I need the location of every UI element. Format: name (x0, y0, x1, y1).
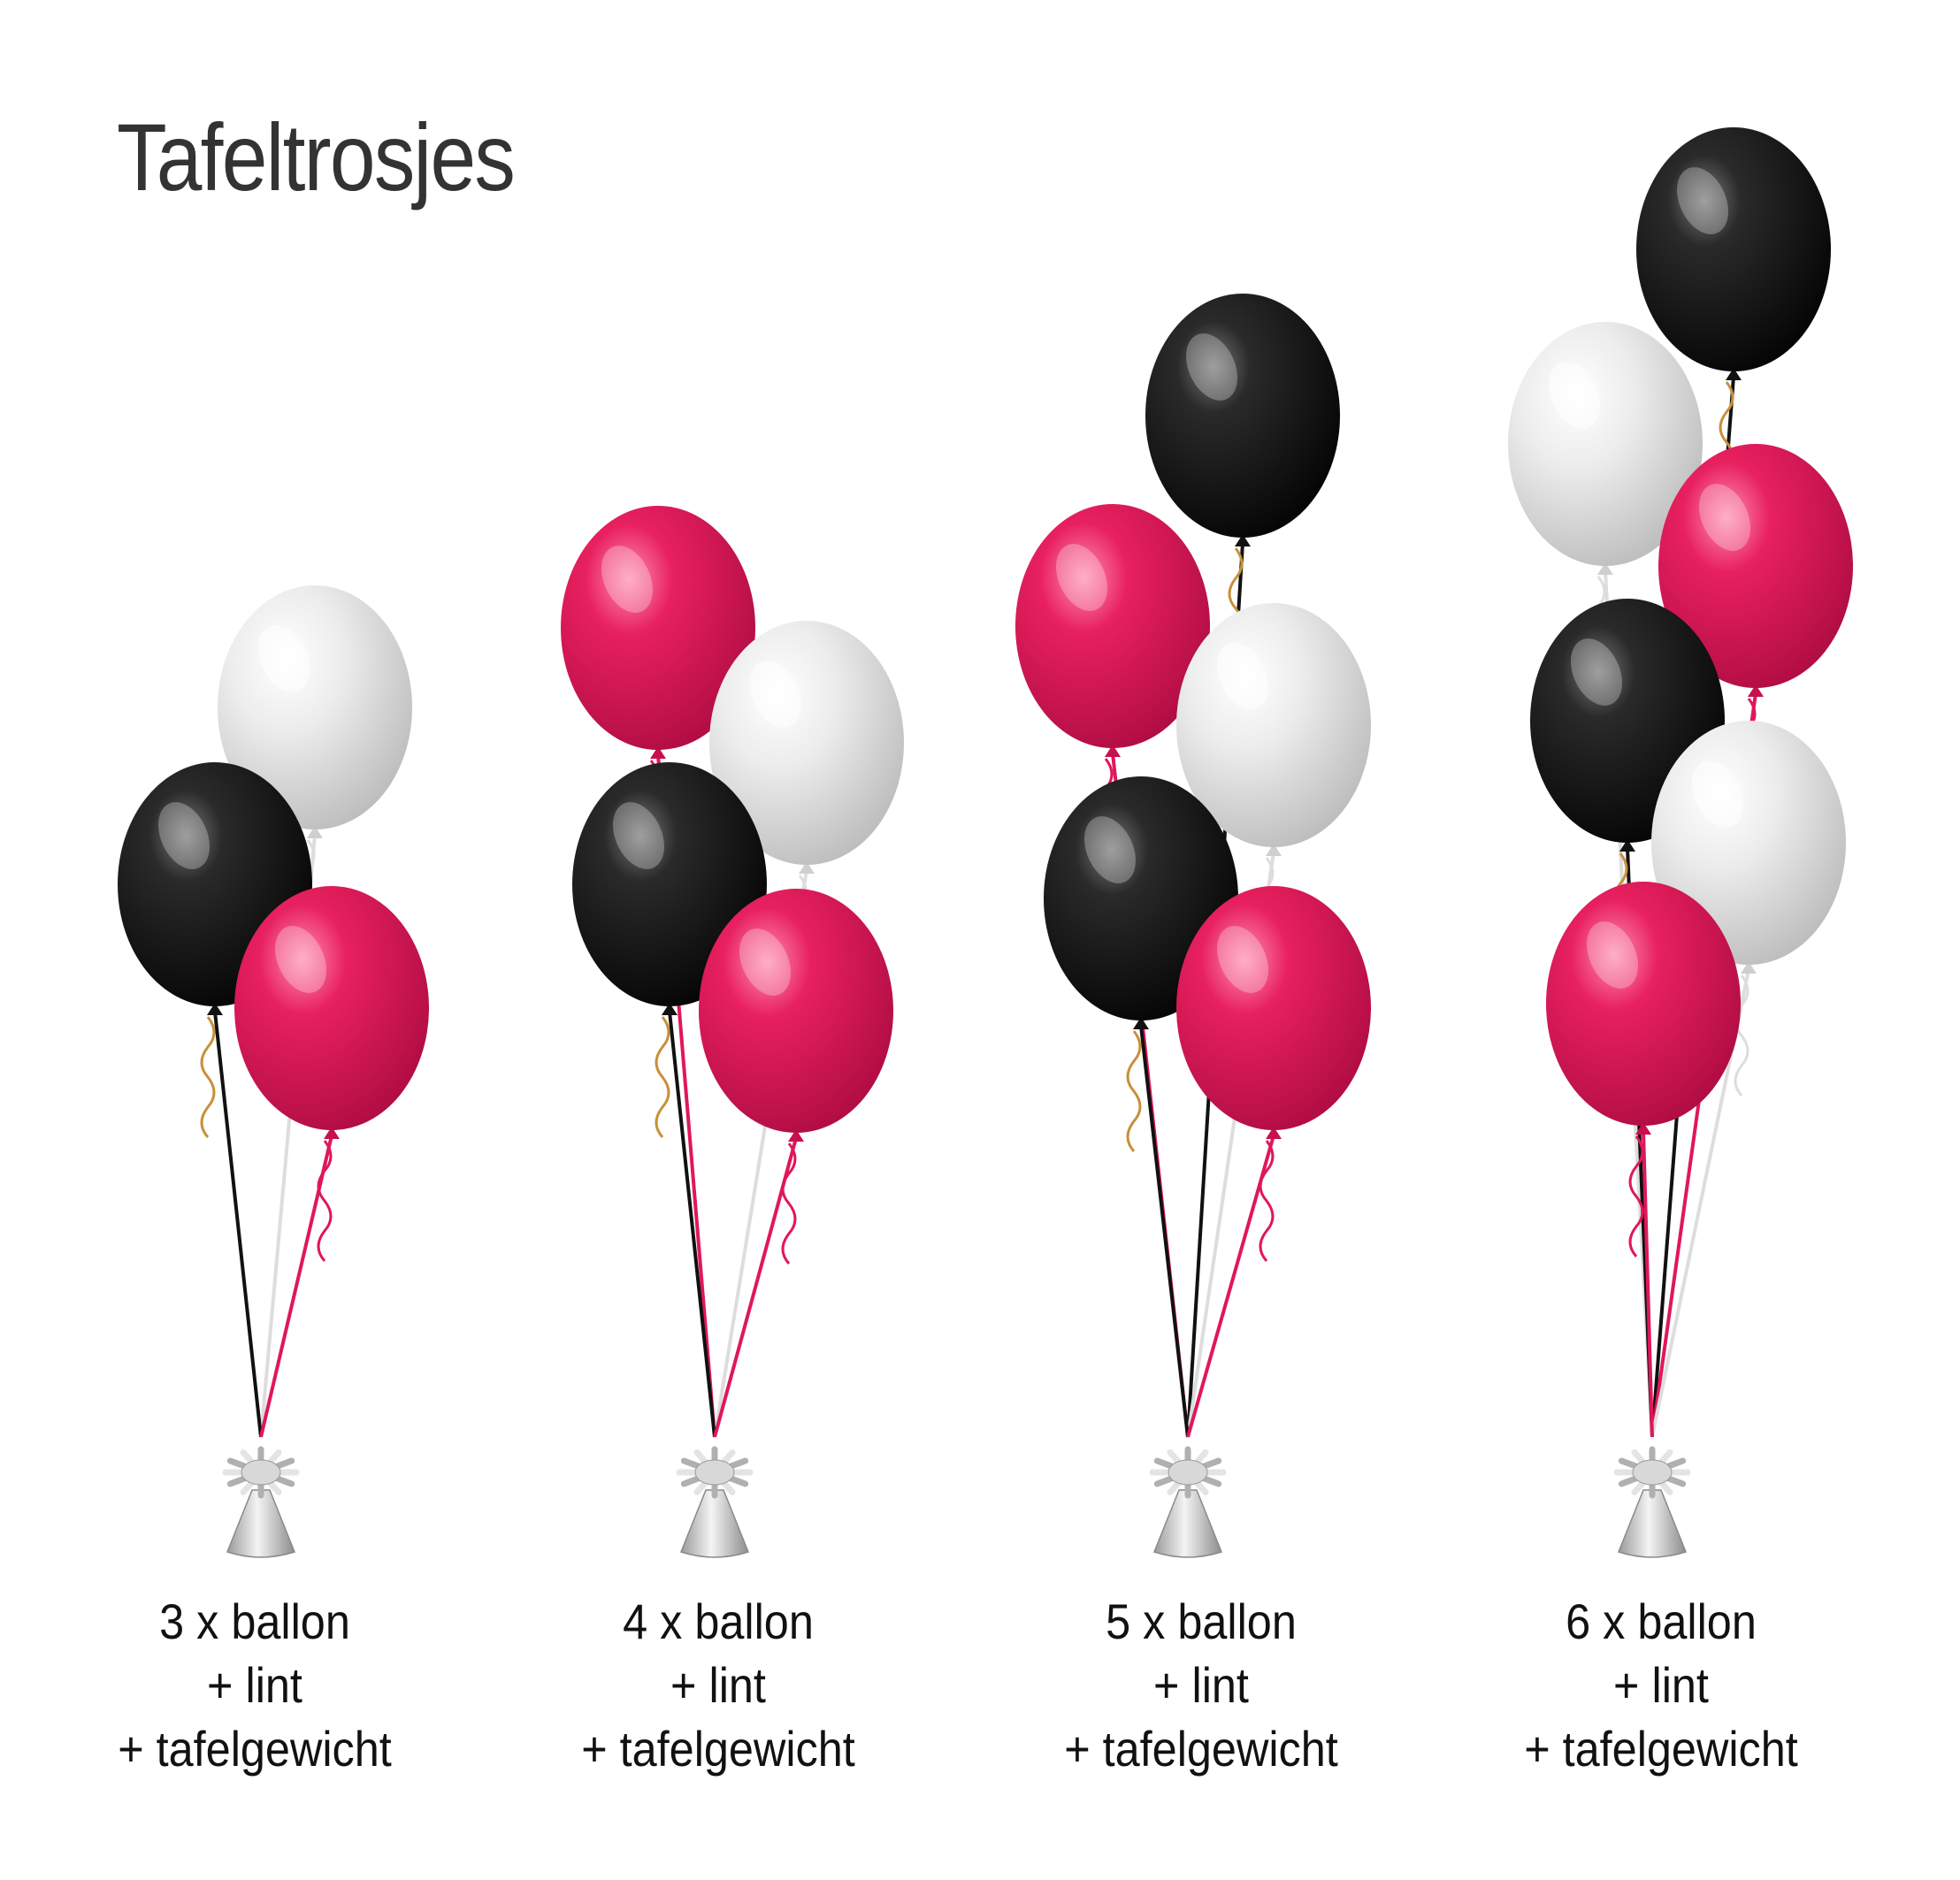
pink-balloon (1176, 886, 1371, 1139)
table-weight (676, 1446, 754, 1558)
table-weight (222, 1446, 300, 1558)
caption-line-balloons: 6 x ballon (1566, 1593, 1757, 1649)
caption-line-balloons: 4 x ballon (623, 1593, 814, 1649)
caption-line-ribbon: + lint (1153, 1657, 1249, 1713)
ribbon-string (668, 1011, 716, 1438)
caption-line-weight: + tafelgewicht (118, 1721, 392, 1777)
caption-line-ribbon: + lint (207, 1657, 302, 1713)
pink-balloon (699, 889, 893, 1142)
caption-line-ribbon: + lint (670, 1657, 766, 1713)
caption-line-ribbon: + lint (1613, 1657, 1709, 1713)
pink-balloon (1546, 882, 1741, 1135)
table-weight (1149, 1446, 1227, 1558)
ribbon-string (259, 1135, 333, 1438)
caption-line-weight: + tafelgewicht (581, 1721, 855, 1777)
caption-bunch-3: 3 x ballon + lint + tafelgewicht (80, 1590, 430, 1781)
curled-ribbon (655, 1016, 670, 1138)
caption-bunch-6: 6 x ballon + lint + tafelgewicht (1486, 1590, 1836, 1781)
pink-balloon (234, 886, 429, 1139)
black-balloon (1145, 294, 1340, 546)
curled-ribbon (200, 1016, 216, 1138)
ribbon-string (1139, 1025, 1190, 1438)
caption-bunch-5: 5 x ballon + lint + tafelgewicht (1026, 1590, 1376, 1781)
caption-line-weight: + tafelgewicht (1524, 1721, 1798, 1777)
balloon-bunches-illustration: Tafeltrosjes 3 x ballon + lint + tafelge… (0, 0, 1960, 1880)
caption-bunch-4: 4 x ballon + lint + tafelgewicht (543, 1590, 893, 1781)
black-balloon (1636, 127, 1831, 380)
caption-line-balloons: 5 x ballon (1106, 1593, 1297, 1649)
caption-line-balloons: 3 x ballon (159, 1593, 350, 1649)
curled-ribbon (1126, 1030, 1142, 1152)
table-weight (1613, 1446, 1691, 1558)
caption-line-weight: + tafelgewicht (1064, 1721, 1338, 1777)
